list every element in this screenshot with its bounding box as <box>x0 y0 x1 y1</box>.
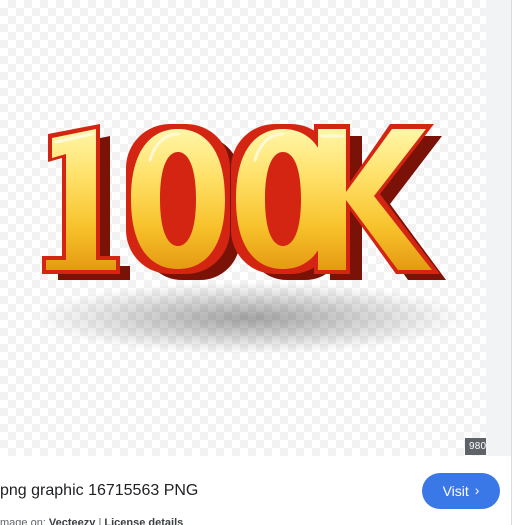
side-gutter <box>486 0 511 456</box>
chevron-right-icon: › <box>474 482 480 498</box>
image-viewer-panel: 980 × 980 png graphic 16715563 PNG Visit… <box>0 0 525 525</box>
source-site-link[interactable]: Vecteezy <box>49 517 95 525</box>
image-source-line: mage on: Vecteezy | License details <box>0 517 183 525</box>
panel-divider <box>511 0 512 525</box>
image-dimensions-badge: 980 × 980 <box>465 438 486 455</box>
visit-button[interactable]: Visit › <box>422 473 500 509</box>
visit-button-label: Visit <box>442 483 469 499</box>
source-prefix: mage on: <box>0 517 49 525</box>
image-title-link[interactable]: png graphic 16715563 PNG <box>0 482 198 500</box>
hundred-k-graphic <box>35 124 465 354</box>
image-preview[interactable]: 980 × 980 <box>0 0 486 456</box>
license-details-link[interactable]: License details <box>104 517 183 525</box>
